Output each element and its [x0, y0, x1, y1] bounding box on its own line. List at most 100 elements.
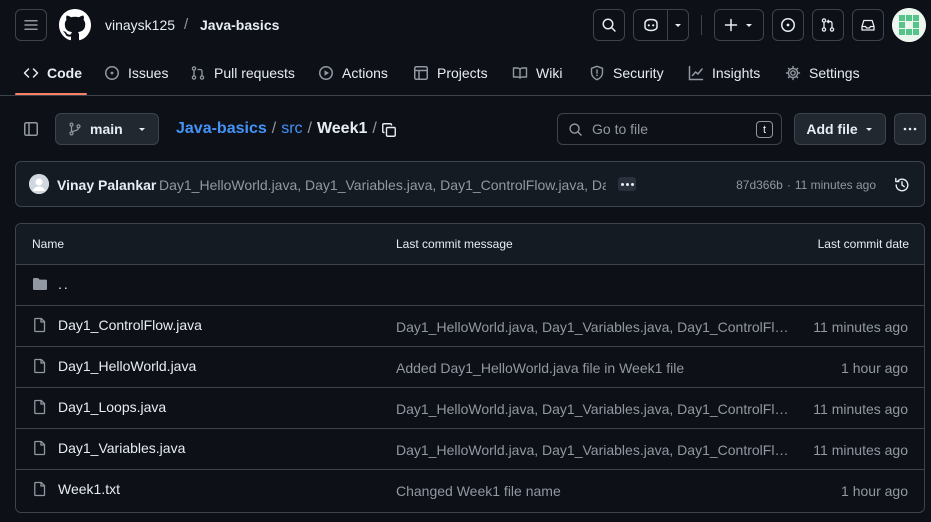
- copy-icon: [382, 123, 396, 137]
- tab-wiki-label: Wiki: [536, 65, 563, 81]
- tab-code[interactable]: Code: [23, 56, 82, 90]
- pull-requests-button[interactable]: [812, 9, 844, 41]
- file-icon: [34, 399, 46, 415]
- more-options-button[interactable]: [894, 113, 926, 145]
- column-header-message: Last commit message: [396, 237, 513, 251]
- identicon-icon: [892, 8, 926, 42]
- commit-message[interactable]: Day1_HelloWorld.java, Day1_Variables.jav…: [159, 177, 606, 193]
- folder-icon: [33, 278, 47, 290]
- breadcrumb-separator: /: [307, 120, 312, 137]
- table-header: Name Last commit message Last commit dat…: [16, 224, 924, 265]
- commit-date: 11 minutes ago: [813, 401, 908, 417]
- table-row: Day1_HelloWorld.java Added Day1_HelloWor…: [16, 347, 924, 388]
- commit-hash[interactable]: 87d366b: [736, 178, 783, 192]
- issue-icon: [105, 66, 119, 80]
- issues-button[interactable]: [772, 9, 804, 41]
- search-button[interactable]: [593, 9, 625, 41]
- breadcrumb-repo-link[interactable]: Java-basics: [176, 120, 267, 138]
- commit-message-link[interactable]: Day1_HelloWorld.java, Day1_Variables.jav…: [396, 319, 791, 335]
- code-icon: [23, 68, 39, 78]
- commit-message-link[interactable]: Added Day1_HelloWorld.java file in Week1…: [396, 360, 791, 376]
- tab-security[interactable]: Security: [589, 56, 664, 90]
- branch-name: main: [90, 121, 123, 137]
- kebab-horizontal-icon: [903, 127, 917, 131]
- add-file-button[interactable]: Add file: [794, 113, 886, 145]
- file-name-link[interactable]: Day1_Loops.java: [58, 399, 166, 415]
- chevron-down-icon: [865, 128, 872, 131]
- github-mark-icon: [59, 9, 91, 41]
- commit-date: 1 hour ago: [841, 483, 908, 499]
- user-avatar-icon: [29, 174, 49, 194]
- github-logo[interactable]: [59, 9, 91, 41]
- tab-code-label: Code: [47, 65, 82, 81]
- file-name-link[interactable]: Week1.txt: [58, 481, 120, 497]
- tab-insights[interactable]: Insights: [688, 56, 760, 90]
- copy-path-button[interactable]: [378, 119, 400, 141]
- copilot-icon: [643, 18, 658, 32]
- copilot-button[interactable]: [633, 9, 689, 41]
- column-header-date: Last commit date: [817, 237, 909, 251]
- branch-selector[interactable]: main: [55, 113, 159, 145]
- hamburger-icon: [24, 20, 38, 30]
- tab-security-label: Security: [613, 65, 664, 81]
- file-name-link[interactable]: Day1_Variables.java: [58, 440, 185, 456]
- chevron-down-icon: [675, 24, 681, 27]
- inbox-icon: [861, 19, 875, 31]
- table-row: Week1.txt Changed Week1 file name 1 hour…: [16, 470, 924, 511]
- commit-message-link[interactable]: Day1_HelloWorld.java, Day1_Variables.jav…: [396, 442, 791, 458]
- search-icon: [569, 122, 582, 136]
- commit-author[interactable]: Vinay Palankar: [57, 177, 156, 193]
- inbox-button[interactable]: [852, 9, 884, 41]
- shield-icon: [590, 65, 604, 81]
- file-icon: [34, 481, 46, 497]
- keyboard-shortcut-badge: t: [756, 121, 773, 138]
- chevron-down-icon: [138, 128, 145, 131]
- tab-actions[interactable]: Actions: [318, 56, 388, 90]
- file-name-link[interactable]: Day1_ControlFlow.java: [58, 317, 202, 333]
- commit-date: 1 hour ago: [841, 360, 908, 376]
- commit-message-link[interactable]: Day1_HelloWorld.java, Day1_Variables.jav…: [396, 401, 791, 417]
- tab-settings-label: Settings: [809, 65, 860, 81]
- commit-date: 11 minutes ago: [813, 319, 908, 335]
- tab-wiki[interactable]: Wiki: [512, 56, 562, 90]
- tab-settings[interactable]: Settings: [785, 56, 860, 90]
- tab-issues-label: Issues: [128, 65, 169, 81]
- avatar[interactable]: [892, 8, 926, 42]
- go-to-file-input[interactable]: Go to file t: [557, 113, 782, 145]
- commit-message-link[interactable]: Changed Week1 file name: [396, 483, 791, 499]
- issue-icon: [781, 18, 795, 32]
- history-button[interactable]: [892, 175, 912, 195]
- table-row: Day1_ControlFlow.java Day1_HelloWorld.ja…: [16, 306, 924, 347]
- tab-actions-label: Actions: [342, 65, 388, 81]
- parent-directory-row[interactable]: ..: [16, 265, 924, 306]
- create-new-button[interactable]: [714, 9, 764, 41]
- file-icon: [34, 440, 46, 456]
- breadcrumb-separator: /: [271, 120, 277, 137]
- tab-pull-requests[interactable]: Pull requests: [190, 56, 295, 90]
- repo-name-link[interactable]: Java-basics: [200, 17, 279, 33]
- column-header-name: Name: [32, 237, 65, 251]
- tab-issues[interactable]: Issues: [104, 56, 168, 90]
- header-divider: [701, 15, 702, 35]
- tab-pull-requests-label: Pull requests: [214, 65, 295, 81]
- sidebar-expand-icon: [24, 122, 38, 136]
- git-branch-icon: [69, 122, 81, 136]
- table-icon: [414, 66, 428, 80]
- search-icon: [602, 18, 616, 32]
- chevron-down-icon: [746, 24, 752, 27]
- tab-projects[interactable]: Projects: [413, 56, 488, 90]
- table-row: Day1_Loops.java Day1_HelloWorld.java, Da…: [16, 388, 924, 429]
- commit-author-avatar[interactable]: [29, 174, 49, 194]
- gear-icon: [785, 65, 801, 81]
- file-name-link[interactable]: Day1_HelloWorld.java: [58, 358, 196, 374]
- breadcrumb-src-link[interactable]: src: [281, 120, 302, 138]
- breadcrumb-current: Week1: [316, 120, 368, 137]
- repo-owner-link[interactable]: vinaysk125: [105, 17, 175, 33]
- menu-button[interactable]: [15, 9, 47, 41]
- expand-file-tree-button[interactable]: [15, 113, 47, 145]
- breadcrumb-separator: /: [372, 120, 377, 137]
- tab-projects-label: Projects: [437, 65, 488, 81]
- expand-commit-message-button[interactable]: [618, 177, 636, 191]
- parent-directory-link[interactable]: ..: [58, 276, 70, 292]
- latest-commit-bar: Vinay Palankar Day1_HelloWorld.java, Day…: [15, 161, 925, 207]
